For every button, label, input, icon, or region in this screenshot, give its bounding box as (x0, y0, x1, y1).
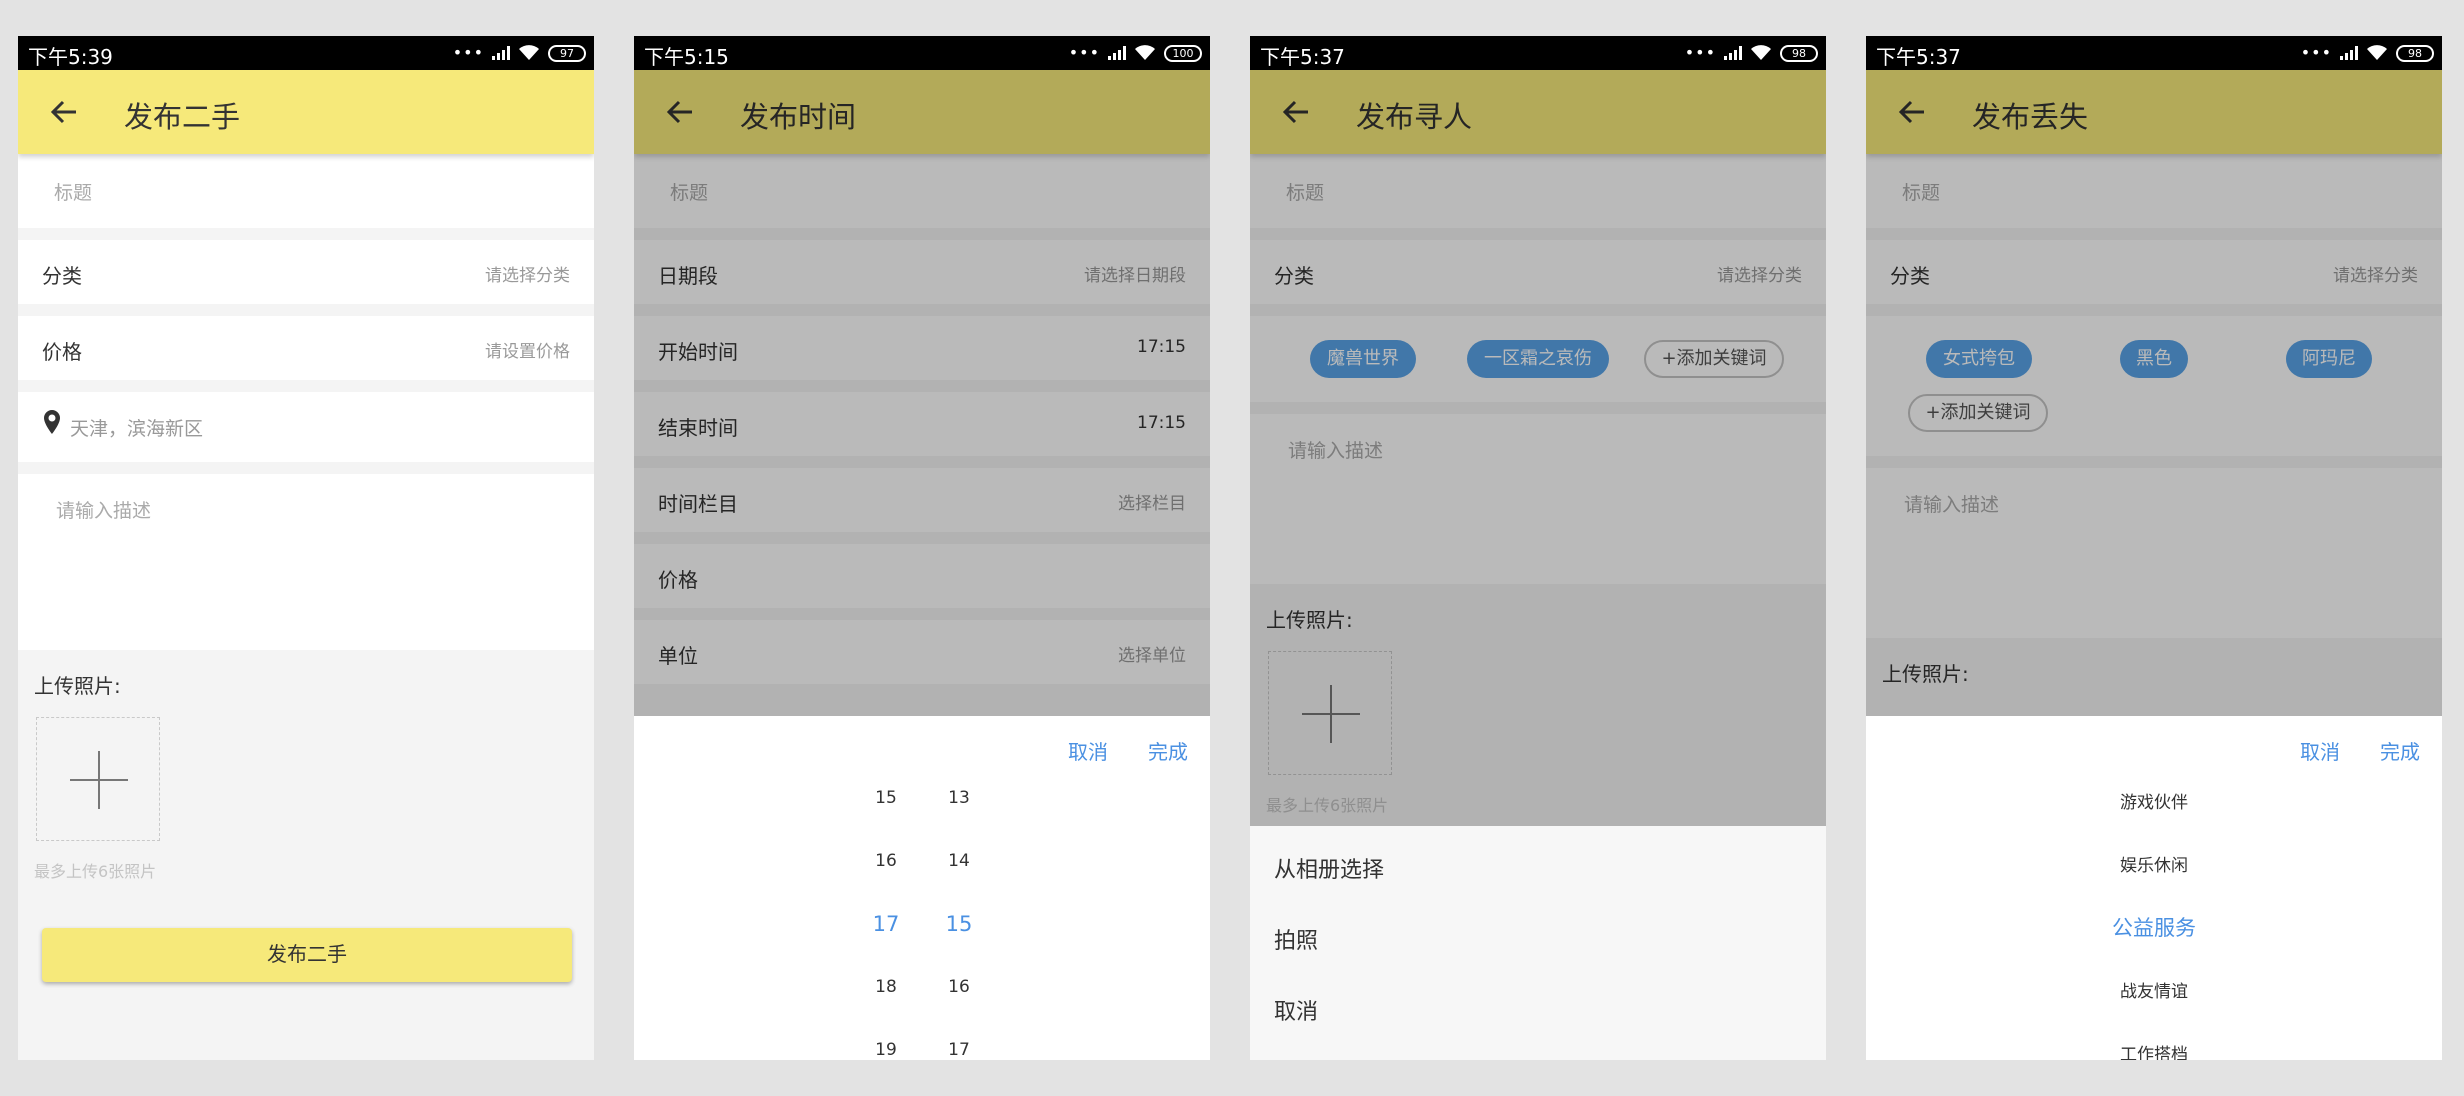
signal-icon (1108, 46, 1126, 60)
minute-option[interactable]: 14 (929, 851, 989, 871)
description-field[interactable]: 请输入描述 (18, 474, 594, 650)
category-option[interactable]: 娱乐休闲 (1866, 851, 2442, 876)
status-time: 下午5:39 (28, 45, 113, 69)
minute-option-selected[interactable]: 15 (929, 912, 989, 936)
battery-icon: 97 (548, 44, 586, 62)
upload-label: 上传照片: (34, 674, 121, 698)
category-label: 分类 (42, 264, 82, 288)
category-option[interactable]: 游戏伙伴 (1866, 788, 2442, 813)
photo-action-sheet: 从相册选择 拍照 取消 (1250, 826, 1826, 1060)
wifi-icon (519, 45, 539, 60)
signal-icon (492, 46, 510, 60)
hour-option-selected[interactable]: 17 (856, 912, 916, 936)
dim-overlay[interactable] (1250, 70, 1826, 826)
publish-secondhand-button[interactable]: 发布二手 (42, 928, 572, 982)
more-dots-icon: ••• (2300, 43, 2332, 62)
dim-overlay[interactable] (634, 70, 1210, 716)
screen-publish-missing-person: 下午5:37 ••• 98 发布寻人 标题 分类 请选择分类 魔兽世界 一区霜之… (1250, 36, 1826, 1060)
choose-from-album-option[interactable]: 从相册选择 (1274, 852, 1384, 884)
price-value: 请设置价格 (485, 342, 570, 362)
minute-option[interactable]: 17 (929, 1040, 989, 1060)
wifi-icon (1135, 45, 1155, 60)
cancel-option[interactable]: 取消 (1274, 994, 1318, 1026)
hour-option[interactable]: 18 (856, 977, 916, 997)
picker-cancel-button[interactable]: 取消 (2300, 736, 2340, 765)
price-label: 价格 (42, 340, 82, 364)
picker-done-button[interactable]: 完成 (2380, 736, 2420, 765)
hour-option[interactable]: 16 (856, 851, 916, 871)
battery-icon: 98 (1780, 44, 1818, 62)
status-bar: 下午5:15 ••• 100 (634, 36, 1210, 70)
minute-option[interactable]: 13 (929, 788, 989, 808)
picker-cancel-button[interactable]: 取消 (1068, 736, 1108, 765)
status-bar: 下午5:39 ••• 97 (18, 36, 594, 70)
take-photo-option[interactable]: 拍照 (1274, 923, 1318, 955)
status-bar: 下午5:37 ••• 98 (1866, 36, 2442, 70)
title-placeholder: 标题 (54, 182, 93, 204)
back-arrow-icon[interactable] (50, 98, 78, 126)
battery-icon: 100 (1164, 44, 1202, 62)
status-time: 下午5:15 (644, 45, 729, 69)
location-pin-icon (44, 410, 60, 434)
location-row[interactable]: 天津，滨海新区 (18, 392, 594, 462)
plus-icon (70, 751, 128, 809)
status-time: 下午5:37 (1876, 45, 1961, 69)
wifi-icon (1751, 45, 1771, 60)
status-bar: 下午5:37 ••• 98 (1250, 36, 1826, 70)
page-title: 发布二手 (124, 100, 241, 134)
category-row[interactable]: 分类 请选择分类 (18, 240, 594, 304)
location-text: 天津，滨海新区 (70, 418, 204, 440)
more-dots-icon: ••• (452, 43, 484, 62)
add-photo-button[interactable] (36, 717, 160, 841)
time-picker-sheet: 取消 完成 15 16 17 18 19 13 14 15 16 17 (634, 716, 1210, 1060)
more-dots-icon: ••• (1684, 43, 1716, 62)
signal-icon (2340, 46, 2358, 60)
wifi-icon (2367, 45, 2387, 60)
category-option[interactable]: 战友情谊 (1866, 977, 2442, 1002)
hour-option[interactable]: 19 (856, 1040, 916, 1060)
description-placeholder: 请输入描述 (56, 500, 152, 522)
signal-icon (1724, 46, 1742, 60)
price-row[interactable]: 价格 请设置价格 (18, 316, 594, 380)
category-picker-sheet: 取消 完成 游戏伙伴 娱乐休闲 公益服务 战友情谊 工作搭档 (1866, 716, 2442, 1060)
more-dots-icon: ••• (1068, 43, 1100, 62)
app-bar: 发布二手 (18, 70, 594, 154)
hour-option[interactable]: 15 (856, 788, 916, 808)
battery-icon: 98 (2396, 44, 2434, 62)
category-option-selected[interactable]: 公益服务 (1866, 912, 2442, 942)
dim-overlay[interactable] (1866, 70, 2442, 716)
title-field[interactable]: 标题 (18, 154, 594, 228)
picker-done-button[interactable]: 完成 (1148, 736, 1188, 765)
screen-publish-secondhand: 下午5:39 ••• 97 发布二手 标题 分类 请选择分类 价格 请设置价格 … (18, 36, 594, 1060)
category-option[interactable]: 工作搭档 (1866, 1040, 2442, 1060)
status-time: 下午5:37 (1260, 45, 1345, 69)
screen-publish-lost: 下午5:37 ••• 98 发布丢失 标题 分类 请选择分类 女式挎包 黑色 阿… (1866, 36, 2442, 1060)
category-value: 请选择分类 (485, 266, 570, 286)
minute-option[interactable]: 16 (929, 977, 989, 997)
screen-publish-time: 下午5:15 ••• 100 发布时间 标题 日期段 请选择日期段 开始时间 1… (634, 36, 1210, 1060)
upload-hint: 最多上传6张照片 (34, 862, 157, 881)
